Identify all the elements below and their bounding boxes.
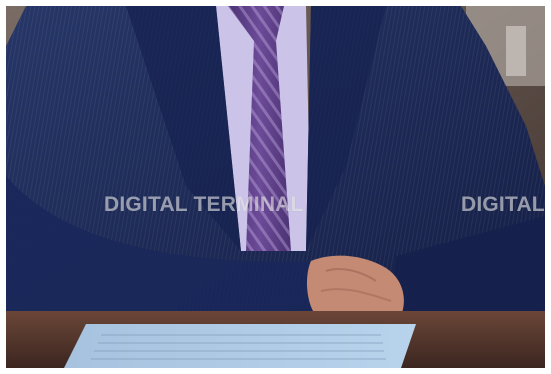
photo: DIGITAL TERMINAL DIGITAL — [6, 6, 545, 368]
photo-illustration — [6, 6, 545, 368]
document-paper — [64, 324, 416, 368]
frame-bottom — [0, 368, 551, 374]
